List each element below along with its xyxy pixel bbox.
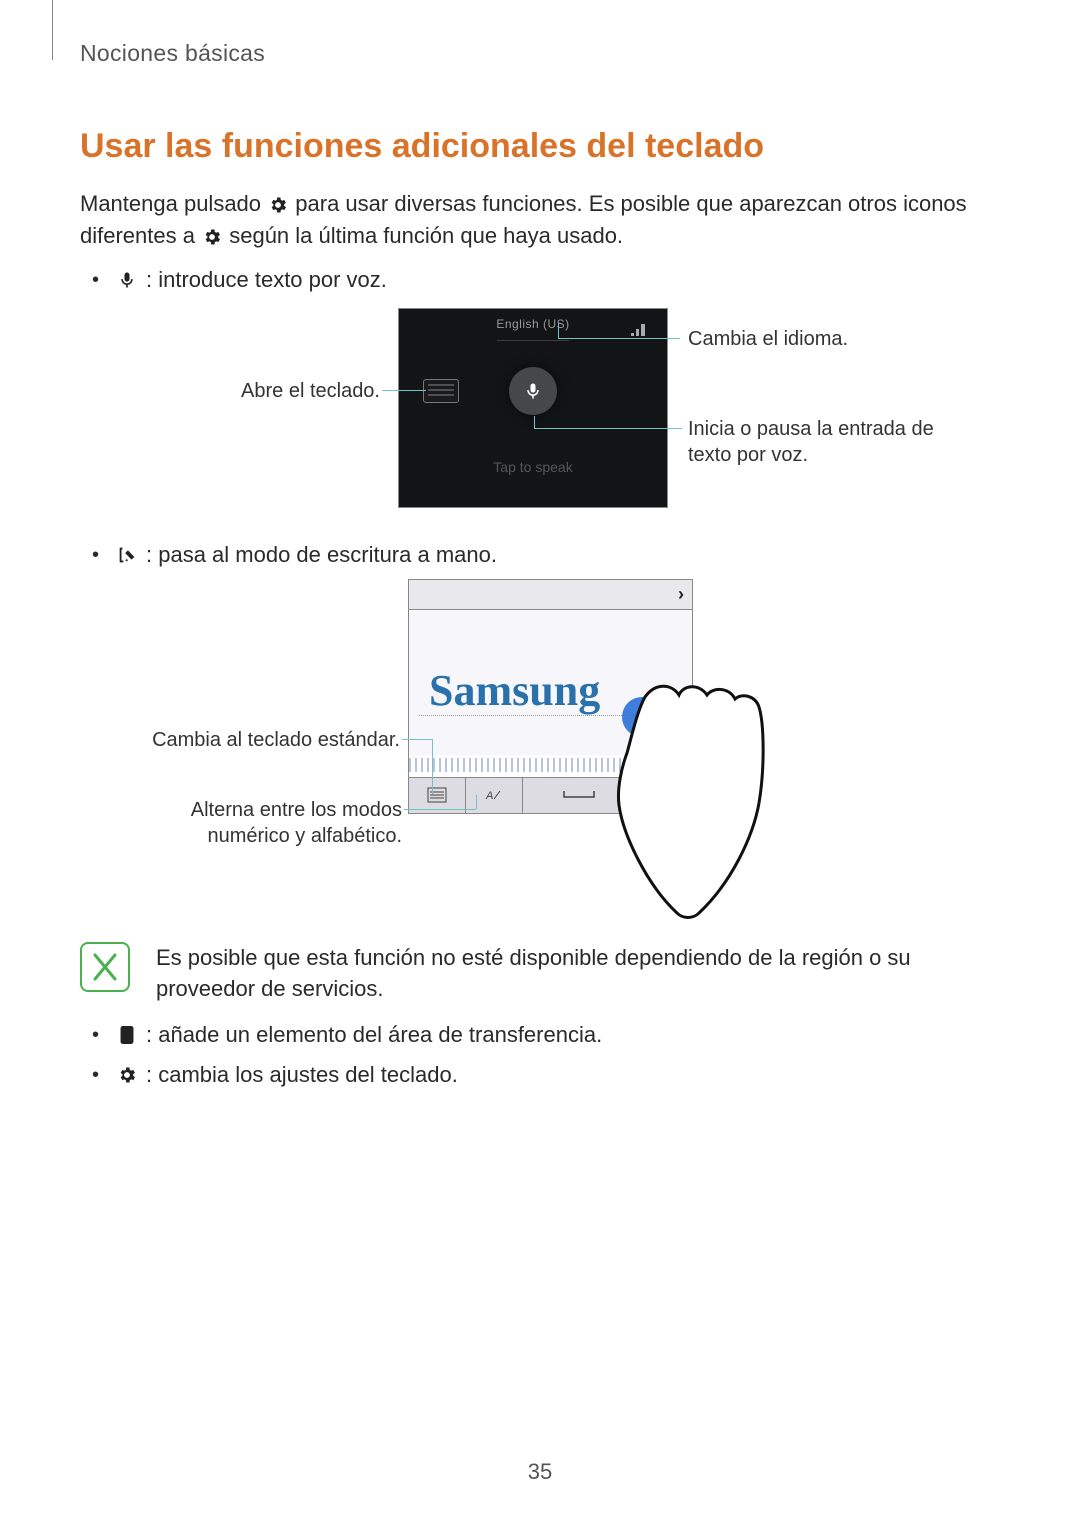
handwriting-sample: Samsung — [429, 665, 600, 716]
handwriting-icon — [116, 544, 138, 566]
space-button[interactable] — [523, 778, 636, 813]
tap-to-speak-label: Tap to speak — [493, 459, 572, 475]
bullet-voice: : introduce texto por voz. — [80, 264, 1000, 296]
note-text: Es posible que esta función no esté disp… — [156, 942, 1000, 1006]
note-icon — [80, 942, 130, 992]
intro-paragraph: Mantenga pulsado para usar diversas func… — [80, 188, 1000, 252]
handwriting-topbar: › — [409, 580, 692, 610]
handwriting-screenshot: › Samsung A — [408, 579, 693, 814]
callout-standard-keyboard: Cambia al teclado estándar. — [130, 727, 400, 753]
callout-change-language: Cambia el idioma. — [688, 326, 908, 352]
voice-mic-button[interactable] — [509, 367, 557, 415]
bullet-voice-text: : introduce texto por voz. — [146, 264, 387, 296]
chevron-right-icon[interactable]: › — [678, 584, 684, 605]
breadcrumb: Nociones básicas — [80, 40, 1000, 67]
toggle-alphanum-button[interactable]: A — [466, 778, 523, 813]
standard-keyboard-button[interactable] — [409, 778, 466, 813]
gear-icon — [267, 194, 289, 216]
handwriting-area[interactable]: Samsung — [409, 610, 692, 755]
handwriting-figure: › Samsung A — [160, 579, 920, 924]
page-title: Usar las funciones adicionales del tecla… — [80, 127, 1000, 166]
bullet-handwriting-text: : pasa al modo de escritura a mano. — [146, 539, 497, 571]
voice-input-figure: English (US) Tap to speak Abre el teclad… — [150, 308, 930, 513]
svg-text:A: A — [485, 790, 493, 802]
open-keyboard-button[interactable] — [423, 379, 459, 403]
intro-part1: Mantenga pulsado — [80, 191, 261, 216]
bullet-settings-text: : cambia los ajustes del teclado. — [146, 1059, 458, 1091]
clipboard-icon — [116, 1024, 138, 1046]
gear-icon — [201, 226, 223, 248]
microphone-icon — [116, 269, 138, 291]
callout-toggle-modes: Alterna entre los modos numérico y alfab… — [156, 797, 402, 849]
callout-open-keyboard: Abre el teclado. — [180, 378, 380, 404]
backspace-button[interactable] — [636, 778, 692, 813]
bullet-clipboard: : añade un elemento del área de transfer… — [80, 1019, 1000, 1051]
bullet-settings: : cambia los ajustes del teclado. — [80, 1059, 1000, 1091]
page-number: 35 — [0, 1459, 1080, 1485]
bullet-handwriting: : pasa al modo de escritura a mano. — [80, 539, 1000, 571]
callout-start-pause-voice: Inicia o pausa la entrada de texto por v… — [688, 416, 948, 468]
note-row: Es posible que esta función no esté disp… — [80, 942, 1000, 1006]
bullet-clipboard-text: : añade un elemento del área de transfer… — [146, 1019, 602, 1051]
gear-icon — [116, 1064, 138, 1086]
intro-part3: según la última función que haya usado. — [229, 223, 623, 248]
